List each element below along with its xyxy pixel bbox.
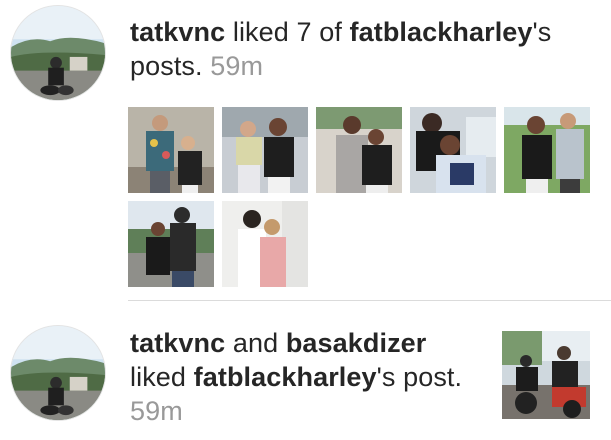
notification-liked-posts[interactable]: tatkvnc liked 7 of fatblackharley's post…	[0, 0, 611, 300]
post-thumbnail[interactable]	[222, 107, 308, 193]
username-link[interactable]: tatkvnc	[130, 328, 225, 358]
timestamp: 59m	[130, 396, 183, 426]
target-user-link[interactable]: fatblackharley	[194, 362, 377, 392]
target-user-link[interactable]: fatblackharley	[350, 17, 533, 47]
avatar[interactable]	[10, 5, 106, 101]
divider	[128, 300, 611, 301]
username-link[interactable]: tatkvnc	[130, 17, 225, 47]
notification-text: tatkvnc and basakdizer liked fatblackharl…	[130, 326, 490, 428]
post-thumbnail[interactable]	[128, 201, 214, 287]
post-thumbnail[interactable]	[128, 107, 214, 193]
notification-text: tatkvnc liked 7 of fatblackharley's post…	[130, 15, 600, 83]
action-text: liked	[130, 362, 194, 392]
post-thumbnail[interactable]	[410, 107, 496, 193]
avatar[interactable]	[10, 325, 106, 421]
activity-feed: tatkvnc liked 7 of fatblackharley's post…	[0, 0, 611, 440]
suffix-text: 's post.	[376, 362, 463, 392]
action-text: liked 7 of	[225, 17, 350, 47]
timestamp: 59m	[210, 51, 264, 81]
post-thumbnail[interactable]	[316, 107, 402, 193]
post-thumbnail[interactable]	[222, 201, 308, 287]
post-thumbnail[interactable]	[502, 331, 590, 419]
post-thumbnail[interactable]	[504, 107, 590, 193]
second-user-link[interactable]: basakdizer	[286, 328, 427, 358]
notification-liked-post[interactable]: tatkvnc and basakdizer liked fatblackharl…	[0, 312, 611, 440]
conjunction-text: and	[225, 328, 286, 358]
